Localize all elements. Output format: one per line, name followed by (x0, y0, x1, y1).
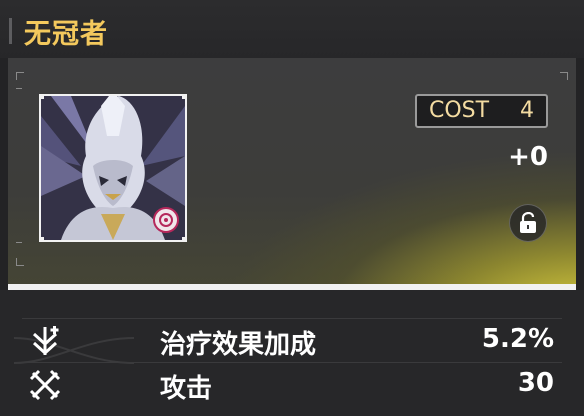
cost-label: COST (429, 98, 490, 123)
cost-value: 4 (520, 98, 534, 123)
stat-name: 攻击 (160, 374, 213, 404)
frame-corner (560, 72, 568, 80)
frame-corner (16, 72, 24, 80)
unlock-icon (520, 212, 536, 233)
portrait-corner-dot (41, 237, 44, 240)
stat-value: 5.2% (481, 324, 554, 354)
stats-panel: 治疗效果加成 5.2% 攻击 30 (0, 290, 584, 416)
row-separator (22, 362, 562, 363)
stat-row-healing-bonus: 治疗效果加成 5.2% (22, 320, 562, 362)
upgrade-level: +0 (508, 142, 548, 172)
portrait-corner-dot (41, 96, 44, 99)
healing-bonus-icon (32, 326, 59, 356)
row-separator (22, 318, 562, 319)
stat-row-attack: 攻击 30 (22, 364, 562, 406)
title-bar: 无冠者 (0, 0, 584, 58)
frame-corner (16, 258, 24, 266)
attack-icon (29, 369, 61, 401)
title-accent (9, 18, 12, 44)
echo-title: 无冠者 (24, 19, 108, 50)
portrait-corner-dot (182, 96, 185, 99)
frame-tick (16, 88, 22, 89)
echo-portrait-image (41, 96, 185, 240)
echo-card-panel: COST 4 +0 (8, 58, 576, 284)
frame-tick (16, 242, 22, 243)
stat-name: 治疗效果加成 (160, 330, 317, 360)
cost-badge: COST 4 (415, 94, 548, 128)
echo-portrait[interactable] (39, 94, 187, 242)
portrait-corner-dot (182, 237, 185, 240)
lock-toggle-button[interactable] (509, 204, 547, 242)
stat-value: 30 (517, 368, 554, 398)
